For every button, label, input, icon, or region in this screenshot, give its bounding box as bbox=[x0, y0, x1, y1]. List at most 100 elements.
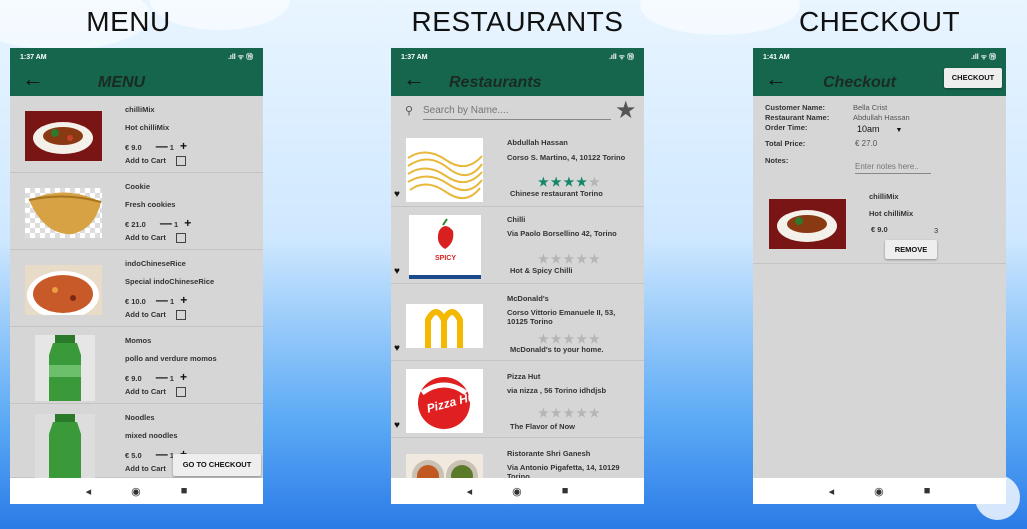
android-nav-bar: ◂ ◉ ■ bbox=[391, 478, 644, 504]
recents-nav-icon[interactable]: ■ bbox=[924, 485, 931, 497]
search-bar: ⚲ ★ bbox=[391, 96, 644, 130]
rating-stars: ★★★★★ bbox=[538, 252, 602, 266]
add-to-cart-checkbox[interactable] bbox=[175, 156, 186, 167]
food-image bbox=[25, 188, 102, 238]
add-to-cart-label: Add to Cart bbox=[125, 387, 166, 396]
total-price: € 27.0 bbox=[855, 139, 878, 148]
order-time-select[interactable]: 10am ▼ bbox=[857, 124, 902, 134]
go-to-checkout-button[interactable]: GO TO CHECKOUT bbox=[173, 454, 261, 476]
restaurant-name: Pizza Hut bbox=[507, 372, 541, 381]
status-time: 1:41 AM bbox=[763, 53, 790, 61]
restaurant-name: McDonald's bbox=[507, 294, 549, 303]
increase-button[interactable]: + bbox=[180, 139, 187, 153]
menu-item: indoChineseRice Special indoChineseRice … bbox=[10, 250, 263, 327]
cart-item: chilliMix Hot chilliMix € 9.0 3 REMOVE bbox=[753, 180, 1006, 264]
restaurant-name: Ristorante Shri Ganesh bbox=[507, 449, 591, 458]
back-nav-icon[interactable]: ◂ bbox=[467, 485, 473, 498]
decrease-button[interactable]: — bbox=[156, 293, 168, 307]
recents-nav-icon[interactable]: ■ bbox=[181, 485, 188, 497]
decrease-button[interactable]: — bbox=[156, 370, 168, 384]
menu-list[interactable]: chilliMix Hot chilliMix € 9.0 — 1 + Add t… bbox=[10, 96, 263, 480]
decrease-button[interactable]: — bbox=[156, 139, 168, 153]
dropdown-arrow-icon: ▼ bbox=[895, 127, 903, 134]
add-to-cart-checkbox[interactable] bbox=[175, 387, 186, 398]
favorites-star-icon[interactable]: ★ bbox=[615, 96, 637, 125]
menu-screen: 1:37 AM .ıll ᯤ ⑲ ← MENU chilliMix Hot chi… bbox=[10, 48, 263, 504]
quantity: 1 bbox=[169, 297, 175, 306]
restaurant-image bbox=[406, 138, 483, 202]
restaurant-item[interactable]: ♥ McDonald's Corso Vittorio Emanuele II,… bbox=[391, 284, 644, 361]
status-bar: 1:37 AM .ıll ᯤ ⑲ bbox=[10, 48, 263, 66]
increase-button[interactable]: + bbox=[180, 293, 187, 307]
item-name: Cookie bbox=[125, 182, 151, 191]
price-row: € 9.0 — 1 + bbox=[125, 370, 187, 384]
increase-button[interactable]: + bbox=[184, 216, 191, 230]
quantity: 1 bbox=[173, 220, 179, 229]
back-nav-icon[interactable]: ◂ bbox=[86, 485, 92, 498]
android-nav-bar: ◂ ◉ ■ bbox=[10, 478, 263, 504]
order-summary: Customer Name: Bella Crist Restaurant Na… bbox=[753, 96, 1006, 166]
total-price-label: Total Price: bbox=[765, 139, 806, 148]
favorite-heart-icon[interactable]: ♥ bbox=[394, 420, 400, 431]
item-price: € 21.0 bbox=[125, 220, 146, 229]
restaurant-address: Via Paolo Borsellino 42, Torino bbox=[507, 229, 617, 238]
remove-button[interactable]: REMOVE bbox=[885, 240, 937, 259]
item-price: € 5.0 bbox=[125, 451, 142, 460]
back-arrow-icon[interactable]: ← bbox=[765, 68, 787, 90]
price-row: € 9.0 — 1 + bbox=[125, 139, 187, 153]
back-arrow-icon[interactable]: ← bbox=[22, 68, 44, 90]
notes-input[interactable] bbox=[855, 160, 931, 174]
status-time: 1:37 AM bbox=[20, 53, 47, 61]
notes-label: Notes: bbox=[765, 156, 789, 165]
restaurants-screen: 1:37 AM .ıll ᯤ ⑲ ← Restaurants ⚲ ★ ♥ Abdu… bbox=[391, 48, 644, 504]
home-nav-icon[interactable]: ◉ bbox=[874, 485, 884, 498]
price-row: € 21.0 — 1 + bbox=[125, 216, 191, 230]
quantity: 1 bbox=[169, 143, 174, 152]
restaurant-tagline: Chinese restaurant Torino bbox=[510, 189, 603, 198]
rating-stars: ★★★★★ bbox=[538, 332, 602, 346]
favorite-heart-icon[interactable]: ♥ bbox=[394, 343, 400, 354]
search-input[interactable] bbox=[423, 102, 611, 120]
page-title: Checkout bbox=[823, 74, 896, 91]
restaurant-list[interactable]: ♥ Abdullah Hassan Corso S. Martino, 4, 1… bbox=[391, 130, 644, 504]
food-image bbox=[25, 111, 102, 161]
app-bar: ← Restaurants bbox=[391, 66, 644, 96]
android-nav-bar: ◂ ◉ ■ bbox=[753, 478, 1006, 504]
menu-section-title: MENU bbox=[86, 6, 171, 37]
restaurant-item[interactable]: SPICY ♥ Chilli Via Paolo Borsellino 42, … bbox=[391, 207, 644, 284]
home-nav-icon[interactable]: ◉ bbox=[512, 485, 522, 498]
item-name: Momos bbox=[125, 336, 152, 345]
recents-nav-icon[interactable]: ■ bbox=[562, 485, 569, 497]
add-to-cart-checkbox[interactable] bbox=[175, 310, 186, 321]
decrease-button[interactable]: — bbox=[156, 447, 168, 461]
item-price: € 10.0 bbox=[125, 297, 146, 306]
food-image bbox=[35, 335, 95, 401]
add-to-cart-label: Add to Cart bbox=[125, 310, 166, 319]
home-nav-icon[interactable]: ◉ bbox=[131, 485, 141, 498]
restaurant-label: Restaurant Name: bbox=[765, 113, 830, 122]
restaurant-address: via nizza , 56 Torino idhdjsb bbox=[507, 386, 607, 395]
status-bar: 1:37 AM .ıll ᯤ ⑲ bbox=[391, 48, 644, 66]
checkout-button[interactable]: CHECKOUT bbox=[944, 68, 1002, 88]
item-price: € 9.0 bbox=[871, 225, 888, 234]
restaurant-logo: SPICY bbox=[409, 215, 481, 279]
decrease-button[interactable]: — bbox=[160, 216, 172, 230]
quantity: 1 bbox=[169, 374, 174, 383]
item-description: pollo and verdure momos bbox=[125, 354, 217, 363]
restaurant-name: Abdullah Hassan bbox=[507, 138, 568, 147]
item-price: € 9.0 bbox=[125, 143, 142, 152]
back-nav-icon[interactable]: ◂ bbox=[829, 485, 835, 498]
restaurant-item[interactable]: ♥ Abdullah Hassan Corso S. Martino, 4, 1… bbox=[391, 130, 644, 207]
restaurant-name: Abdullah Hassan bbox=[853, 113, 910, 122]
back-arrow-icon[interactable]: ← bbox=[403, 68, 425, 90]
status-bar: 1:41 AM .ıll ᯤ ⑲ bbox=[753, 48, 1006, 66]
restaurant-logo: Pizza Hut bbox=[406, 369, 483, 433]
rating-stars: ★★★★★ bbox=[538, 406, 602, 420]
favorite-heart-icon[interactable]: ♥ bbox=[394, 189, 400, 200]
restaurant-item[interactable]: Pizza Hut ♥ Pizza Hut via nizza , 56 Tor… bbox=[391, 361, 644, 438]
favorite-heart-icon[interactable]: ♥ bbox=[394, 266, 400, 277]
item-description: Fresh cookies bbox=[125, 200, 176, 209]
increase-button[interactable]: + bbox=[180, 370, 187, 384]
add-to-cart-checkbox[interactable] bbox=[175, 233, 186, 244]
status-icons: .ıll ᯤ ⑲ bbox=[970, 54, 996, 61]
